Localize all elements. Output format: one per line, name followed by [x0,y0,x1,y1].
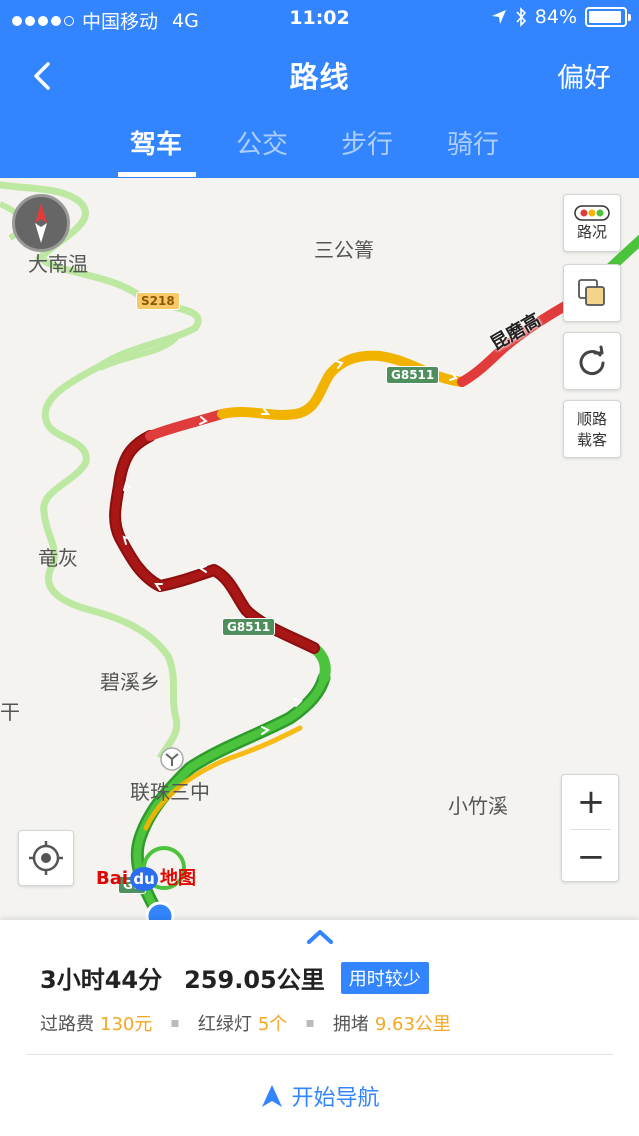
start-point-marker [145,901,175,920]
locate-me-button[interactable] [18,830,74,886]
battery-icon [585,7,631,27]
separator-dot: ▪ [170,1015,180,1031]
layers-button[interactable] [563,264,621,322]
place-label: 小竹溪 [448,794,508,818]
place-label: 竜灰 [38,546,78,570]
bluetooth-icon [516,7,526,27]
header: 中国移动 4G 11:02 84% 路线 偏好 驾车 公交 步行 骑行 [0,0,639,178]
tab-walk[interactable]: 步行 [327,124,407,161]
zoom-control: + − [561,774,619,882]
carpool-button[interactable]: 顺路 载客 [563,400,621,458]
route-summary[interactable]: 3小时44分 259.05公里 用时较少 [40,960,429,995]
place-label: 联珠三中 [130,780,210,804]
traffic-toggle-button[interactable]: 路况 [563,194,621,252]
tab-drive[interactable]: 驾车 [116,124,196,161]
tab-active-indicator [118,172,196,177]
start-navigation-button[interactable]: 开始导航 [0,1080,639,1112]
compass-button[interactable] [12,194,70,252]
toll-label: 过路费 [40,1014,94,1035]
place-label: 大南温 [28,252,88,276]
status-right: 84% [491,6,631,28]
chevron-up-icon[interactable] [305,928,335,946]
traffic-light-icon [574,204,610,221]
layers-icon [578,279,605,306]
compass-icon [35,203,47,243]
preference-button[interactable]: 偏好 [557,56,611,95]
zoom-in-button[interactable]: + [562,775,620,829]
page-title: 路线 [289,60,350,94]
separator-dot: ▪ [305,1015,315,1031]
start-navigation-label: 开始导航 [291,1086,380,1111]
route-severe-segment [109,430,320,654]
baidu-map-logo: Bai du 地图 [96,867,197,891]
place-label: 碧溪乡 [100,670,160,694]
congestion-label: 拥堵 [332,1014,369,1035]
nav-bar: 路线 偏好 [0,40,639,112]
route-severe-inner [111,432,318,652]
divider [26,1054,613,1055]
road-shield: G8511 [222,618,276,636]
location-arrow-icon [491,10,506,24]
carpool-label-line2: 载客 [576,431,607,449]
place-label: 干 [0,700,20,724]
route-map-graphic [0,181,639,920]
status-bar: 中国移动 4G 11:02 84% [0,0,639,36]
battery-percent: 84% [534,6,577,28]
traffic-label: 路况 [576,222,607,241]
route-congested-segment [145,409,227,441]
congestion-value: 9.63公里 [374,1014,451,1035]
navigation-arrow-icon [262,1085,283,1107]
traffic-lights-value: 5个 [257,1014,288,1035]
refresh-button[interactable] [563,332,621,390]
traffic-lights-label: 红绿灯 [197,1014,252,1035]
route-distance: 259.05公里 [184,966,325,994]
transport-tabs: 驾车 公交 步行 骑行 [0,112,639,178]
road-shield: G8511 [386,366,440,384]
map-view[interactable]: 大南温 三公箐 竜灰 碧溪乡 干 联珠三中 小竹溪 S218 G8511 G85… [0,178,639,920]
crosshair-icon [29,841,63,875]
tab-bike[interactable]: 骑行 [433,124,513,161]
tab-transit[interactable]: 公交 [222,124,302,161]
place-label: 三公箐 [314,238,374,262]
route-badge: 用时较少 [340,961,429,994]
toll-value: 130元 [100,1014,153,1035]
zoom-out-button[interactable]: − [562,830,620,884]
route-arrow [123,480,131,491]
road-shield: S218 [136,292,180,310]
carpool-label-line1: 顺路 [576,410,607,428]
route-details: 过路费 130元 ▪ 红绿灯 5个 ▪ 拥堵 9.63公里 [40,1010,451,1036]
route-duration: 3小时44分 [40,966,163,994]
refresh-icon [579,345,605,376]
route-summary-panel: 3小时44分 259.05公里 用时较少 过路费 130元 ▪ 红绿灯 5个 ▪… [0,920,639,1136]
